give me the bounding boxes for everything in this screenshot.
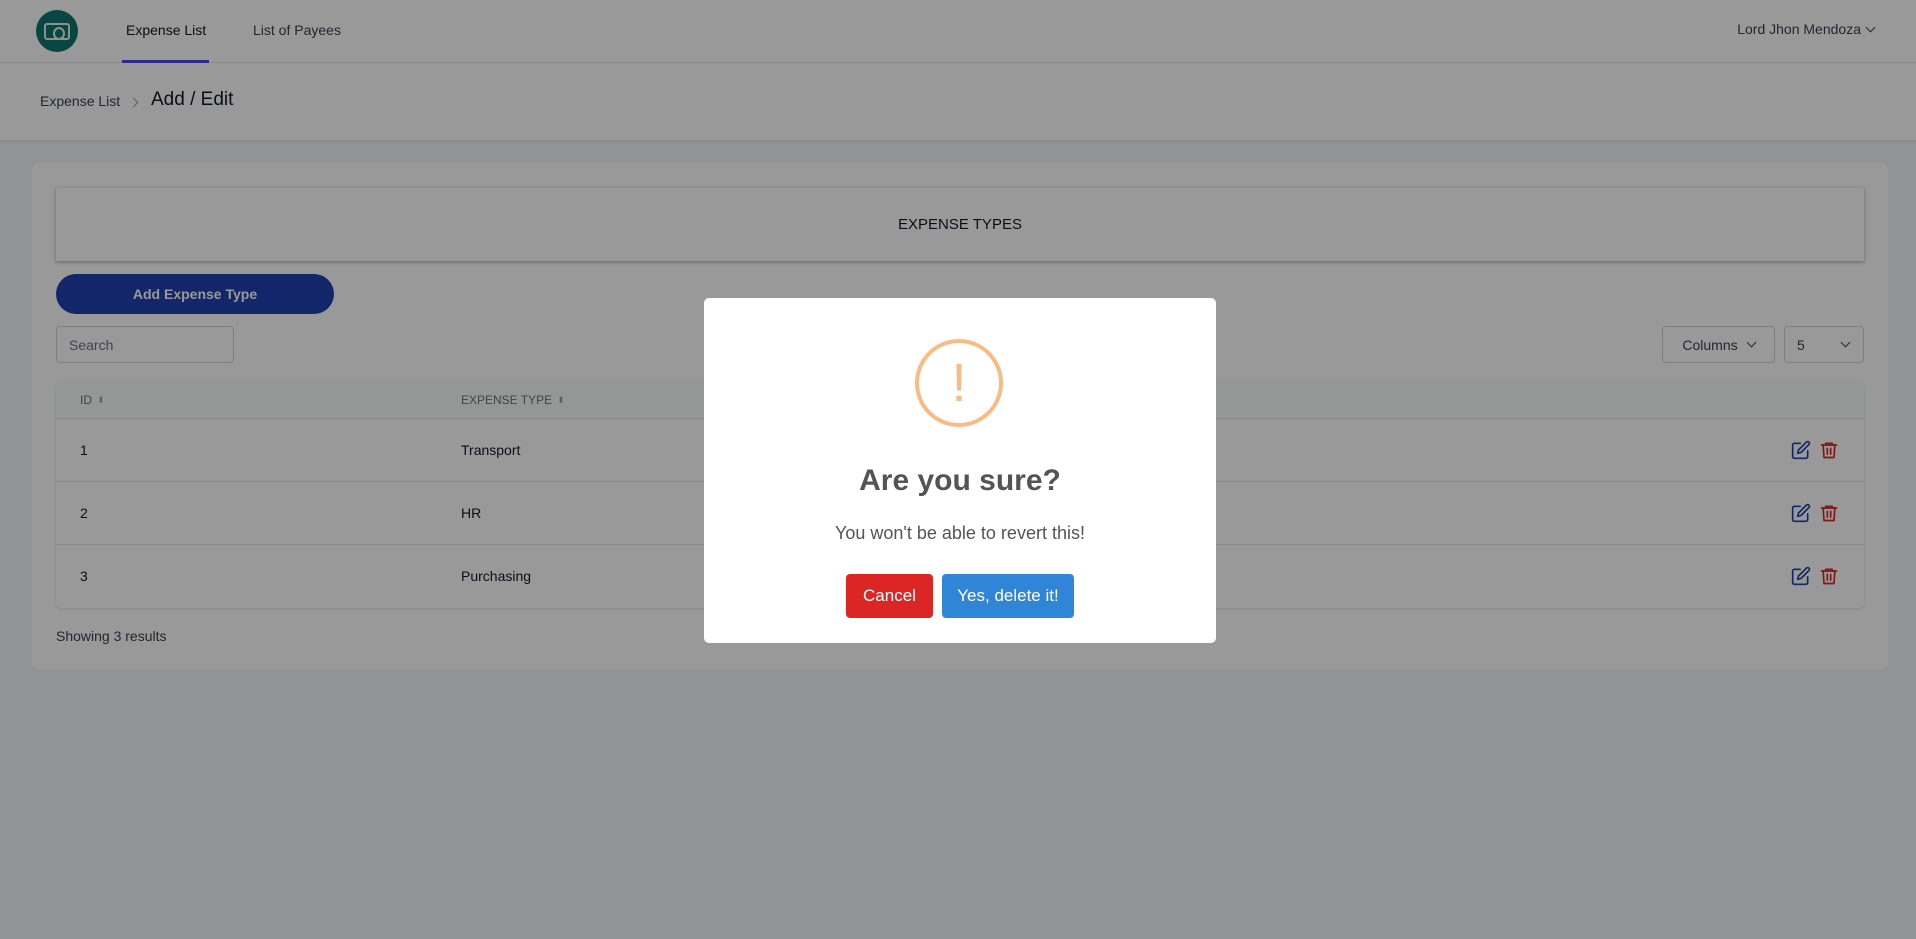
cancel-button[interactable]: Cancel <box>846 574 933 618</box>
warning-icon-glyph: ! <box>951 353 967 413</box>
warning-icon: ! <box>915 339 1003 427</box>
dialog-title: Are you sure? <box>859 464 1061 497</box>
confirm-delete-button[interactable]: Yes, delete it! <box>942 574 1074 618</box>
confirm-delete-dialog: ! Are you sure? You won't be able to rev… <box>704 298 1216 643</box>
dialog-message: You won't be able to revert this! <box>835 523 1085 543</box>
